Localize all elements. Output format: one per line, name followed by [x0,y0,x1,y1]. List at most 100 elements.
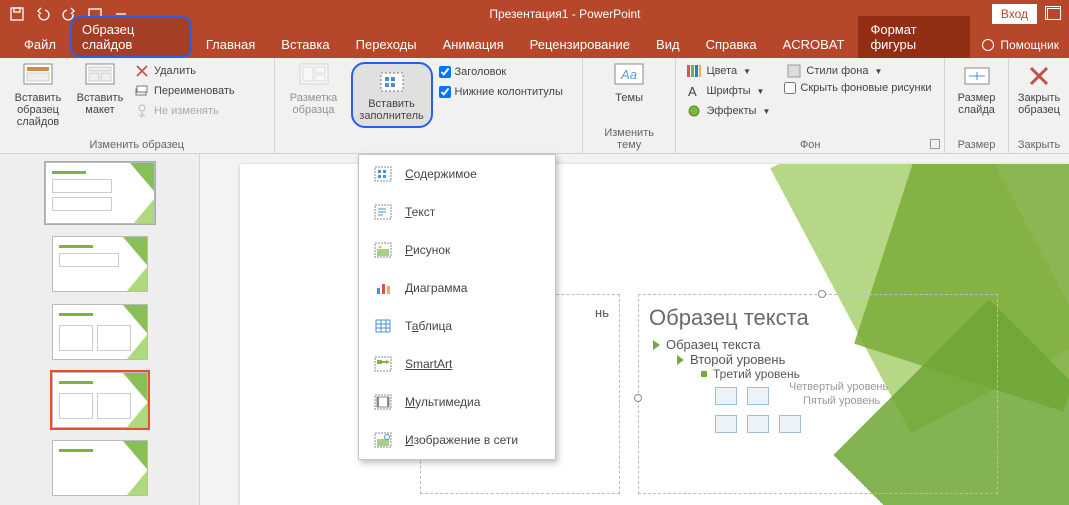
tab-transitions[interactable]: Переходы [344,31,429,58]
slide-size-icon [961,62,993,90]
table-ph-icon[interactable] [715,387,737,405]
fonts-button[interactable]: AШрифты▼ [684,82,772,100]
group-background: Цвета▼ AШрифты▼ Эффекты▼ Стили фона▼ Скр… [676,58,945,153]
label: Мультимедиа [405,395,480,409]
label: Нижние колонтитулы [455,86,563,98]
login-button[interactable]: Вход [992,4,1037,24]
tab-insert[interactable]: Вставка [269,31,341,58]
placeholder-icons-row2 [715,415,987,433]
svg-text:A: A [688,84,697,99]
right-content-placeholder[interactable]: Образец текста Образец текста Второй уро… [638,294,998,494]
label: Шрифты [706,85,750,97]
chart-icon [373,279,393,297]
group-master-layout: Разметка образца Вставить заполнитель За… [275,58,583,153]
preserve-button: Не изменять [132,102,237,120]
bullet-level-1: Образец текста [653,337,987,352]
layout-thumbnail[interactable] [52,304,148,360]
label: Размер слайда [953,92,1000,116]
insert-placeholder-button[interactable]: Вставить заполнитель [351,62,433,128]
master-thumbnail[interactable] [45,162,155,224]
tab-file[interactable]: Файл [12,31,68,58]
save-icon[interactable] [6,3,28,25]
tab-home[interactable]: Главная [194,31,267,58]
layout-thumbnail-selected[interactable] [52,372,148,428]
label: ССодержимоеодержимое [405,167,477,181]
group-label [283,149,574,151]
undo-icon[interactable] [32,3,54,25]
label: Вставить макет [74,92,126,116]
tab-help[interactable]: Справка [694,31,769,58]
close-master-view-button[interactable]: Закрыть образец [1017,62,1061,116]
hide-background-checkbox[interactable]: Скрыть фоновые рисунки [784,82,931,94]
slide-canvas[interactable]: ловка нь Образец текста Образец текста В… [200,154,1069,505]
effects-button[interactable]: Эффекты▼ [684,102,772,120]
colors-button[interactable]: Цвета▼ [684,62,772,80]
menu-item-online-image[interactable]: Изображение в сети [359,421,555,459]
insert-slide-master-button[interactable]: Вставить образец слайдов [8,62,68,128]
label: Эффекты [706,105,756,117]
menu-item-chart[interactable]: Диаграмма [359,269,555,307]
label: Таблица [405,319,452,333]
layout-thumbnail[interactable] [52,440,148,496]
label: Не изменять [154,105,219,117]
ribbon-display-options-icon[interactable] [1047,8,1061,20]
group-label: Размер [953,137,1000,151]
menu-item-smartart[interactable]: SmartArt [359,345,555,383]
tab-shape-format[interactable]: Формат фигуры [858,16,970,58]
title-right: Вход [992,4,1069,24]
tab-animations[interactable]: Анимация [431,31,516,58]
menu-item-media[interactable]: Мультимедиа [359,383,555,421]
picture-ph-icon[interactable] [715,415,737,433]
group-edit-master: Вставить образец слайдов Вставить макет … [0,58,275,153]
menu-item-table[interactable]: Таблица [359,307,555,345]
insert-layout-button[interactable]: Вставить макет [74,62,126,116]
tell-me[interactable]: Помощник [972,32,1069,58]
tab-view[interactable]: Вид [644,31,692,58]
label: Разметка образца [283,92,345,116]
master-layout-icon [298,62,330,90]
tab-slide-master[interactable]: Образец слайдов [70,16,192,58]
themes-button[interactable]: Aa Темы [599,62,659,104]
picture-icon [373,241,393,259]
bullet-level-4: Четвертый уровень [789,381,888,393]
layout-icon [84,62,116,90]
menu-item-text[interactable]: Текст [359,193,555,231]
dialog-launcher-icon[interactable] [930,139,940,149]
label: Изображение в сети [405,433,518,447]
table-icon [373,317,393,335]
thumbnail-panel[interactable] [0,154,200,505]
title-checkbox[interactable]: Заголовок [439,66,563,78]
menu-item-content[interactable]: ССодержимоеодержимое [359,155,555,193]
group-edit-theme: Aa Темы Изменить тему [583,58,677,153]
tab-review[interactable]: Рецензирование [518,31,642,58]
group-label: Фон [684,137,936,151]
delete-button[interactable]: Удалить [132,62,237,80]
label: Темы [615,92,643,104]
label: Рисунок [405,243,450,257]
label: Вставить образец слайдов [8,92,68,128]
chart-ph-icon[interactable] [747,387,769,405]
close-icon [1023,62,1055,90]
label: Вставить заполнитель [359,98,425,122]
media-icon [373,393,393,411]
menu-item-picture[interactable]: Рисунок [359,231,555,269]
svg-text:Aa: Aa [620,67,637,82]
slide-master-icon [22,62,54,90]
online-picture-ph-icon[interactable] [747,415,769,433]
label: Переименовать [154,85,235,97]
rename-button[interactable]: Переименовать [132,82,237,100]
video-ph-icon[interactable] [779,415,801,433]
background-styles-button[interactable]: Стили фона▼ [784,62,931,80]
placeholder-icons-row1 [715,387,769,405]
layout-thumbnail[interactable] [52,236,148,292]
bullet-level-5: Пятый уровень [803,395,888,407]
group-label: Изменить образец [8,137,266,151]
tab-acrobat[interactable]: ACROBAT [771,31,857,58]
slide-size-button[interactable]: Размер слайда [953,62,1000,116]
footers-checkbox[interactable]: Нижние колонтитулы [439,86,563,98]
smartart-icon [373,355,393,373]
online-image-icon [373,431,393,449]
bullet-level-2: Второй уровень [677,352,987,367]
tell-me-label: Помощник [1000,38,1059,52]
ribbon-tabs: Файл Образец слайдов Главная Вставка Пер… [0,28,1069,58]
